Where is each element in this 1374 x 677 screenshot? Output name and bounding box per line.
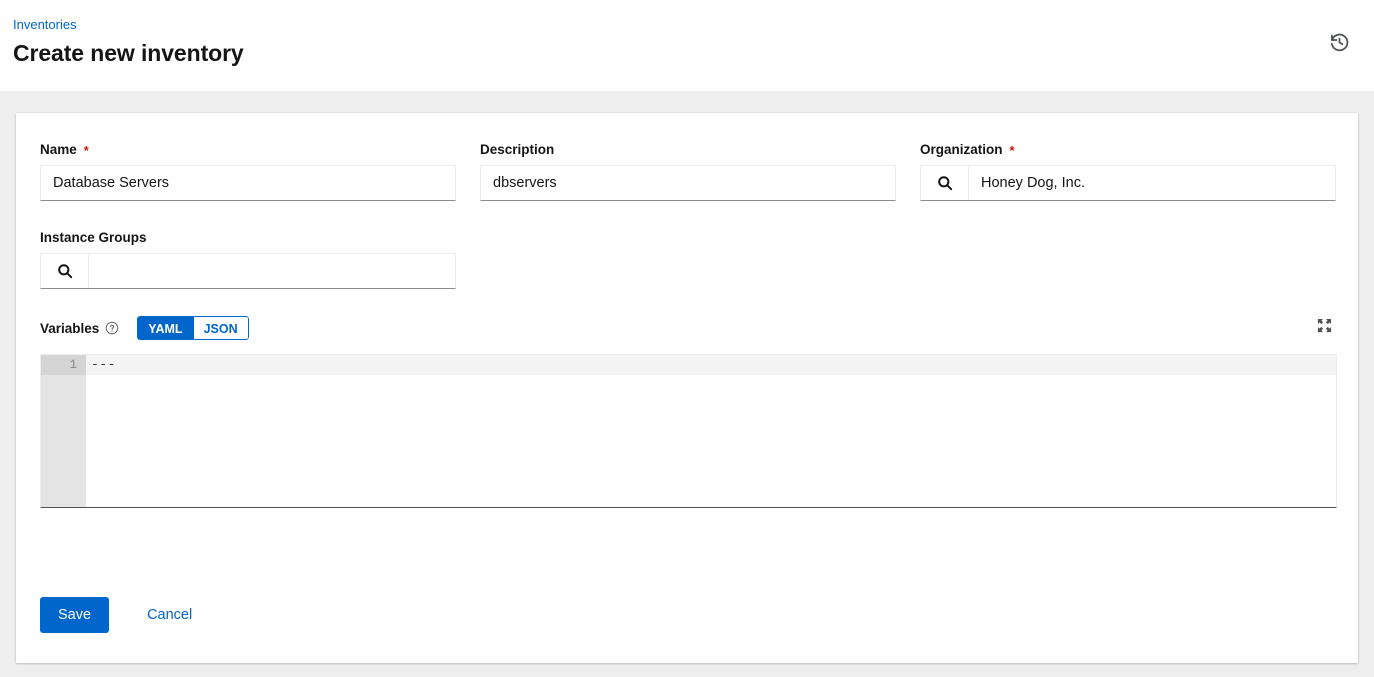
inventory-form: Name * Description Organization * (40, 139, 1336, 508)
field-description: Description (480, 139, 896, 201)
form-row-instance-groups: Instance Groups (40, 227, 1336, 289)
variables-format-toggle: YAML JSON (137, 316, 248, 340)
toggle-json[interactable]: JSON (193, 316, 249, 340)
field-name: Name * (40, 139, 456, 201)
instance-groups-search-button[interactable] (41, 254, 89, 288)
label-description-text: Description (480, 140, 554, 159)
field-instance-groups: Instance Groups (40, 227, 456, 289)
organization-typeahead (920, 165, 1336, 201)
label-description: Description (480, 139, 896, 159)
label-variables: Variables (40, 321, 99, 336)
breadcrumb-inventories[interactable]: Inventories (13, 16, 77, 34)
label-instance-groups: Instance Groups (40, 227, 456, 247)
variables-code-editor[interactable]: 1 --- (40, 354, 1337, 508)
instance-groups-input[interactable] (89, 254, 455, 288)
search-icon (937, 175, 953, 191)
field-organization: Organization * (920, 139, 1336, 201)
page-title: Create new inventory (13, 38, 244, 68)
variables-section: Variables YAML JSON (40, 315, 1336, 508)
save-button[interactable]: Save (40, 597, 109, 633)
label-organization-text: Organization (920, 140, 1003, 159)
history-icon (1329, 32, 1350, 53)
required-asterisk: * (84, 144, 89, 157)
history-button[interactable] (1324, 27, 1354, 57)
line-number: 1 (41, 355, 86, 375)
editor-gutter: 1 (41, 355, 86, 507)
expand-editor-button[interactable] (1312, 315, 1336, 339)
label-instance-groups-text: Instance Groups (40, 228, 147, 247)
label-organization: Organization * (920, 139, 1336, 159)
form-row-primary: Name * Description Organization * (40, 139, 1336, 201)
instance-groups-typeahead (40, 253, 456, 289)
form-actions: Save Cancel (40, 597, 206, 633)
name-input[interactable] (40, 165, 456, 201)
editor-code-area[interactable]: --- (86, 355, 1336, 507)
organization-input[interactable] (969, 166, 1335, 200)
description-input[interactable] (480, 165, 896, 201)
editor-line-content: --- (91, 355, 116, 375)
search-icon (57, 263, 73, 279)
cancel-button[interactable]: Cancel (133, 597, 206, 633)
required-asterisk: * (1010, 144, 1015, 157)
page-root: Inventories Create new inventory Name * (0, 0, 1374, 677)
expand-icon (1317, 318, 1332, 336)
page-header: Inventories Create new inventory (0, 0, 1374, 92)
label-name-text: Name (40, 140, 77, 159)
form-card: Name * Description Organization * (16, 113, 1358, 663)
editor-active-line (86, 355, 1336, 375)
help-circle-icon[interactable] (105, 321, 119, 335)
toggle-yaml[interactable]: YAML (137, 316, 192, 340)
label-name: Name * (40, 139, 456, 159)
variables-header: Variables YAML JSON (40, 315, 1336, 341)
organization-search-button[interactable] (921, 166, 969, 200)
